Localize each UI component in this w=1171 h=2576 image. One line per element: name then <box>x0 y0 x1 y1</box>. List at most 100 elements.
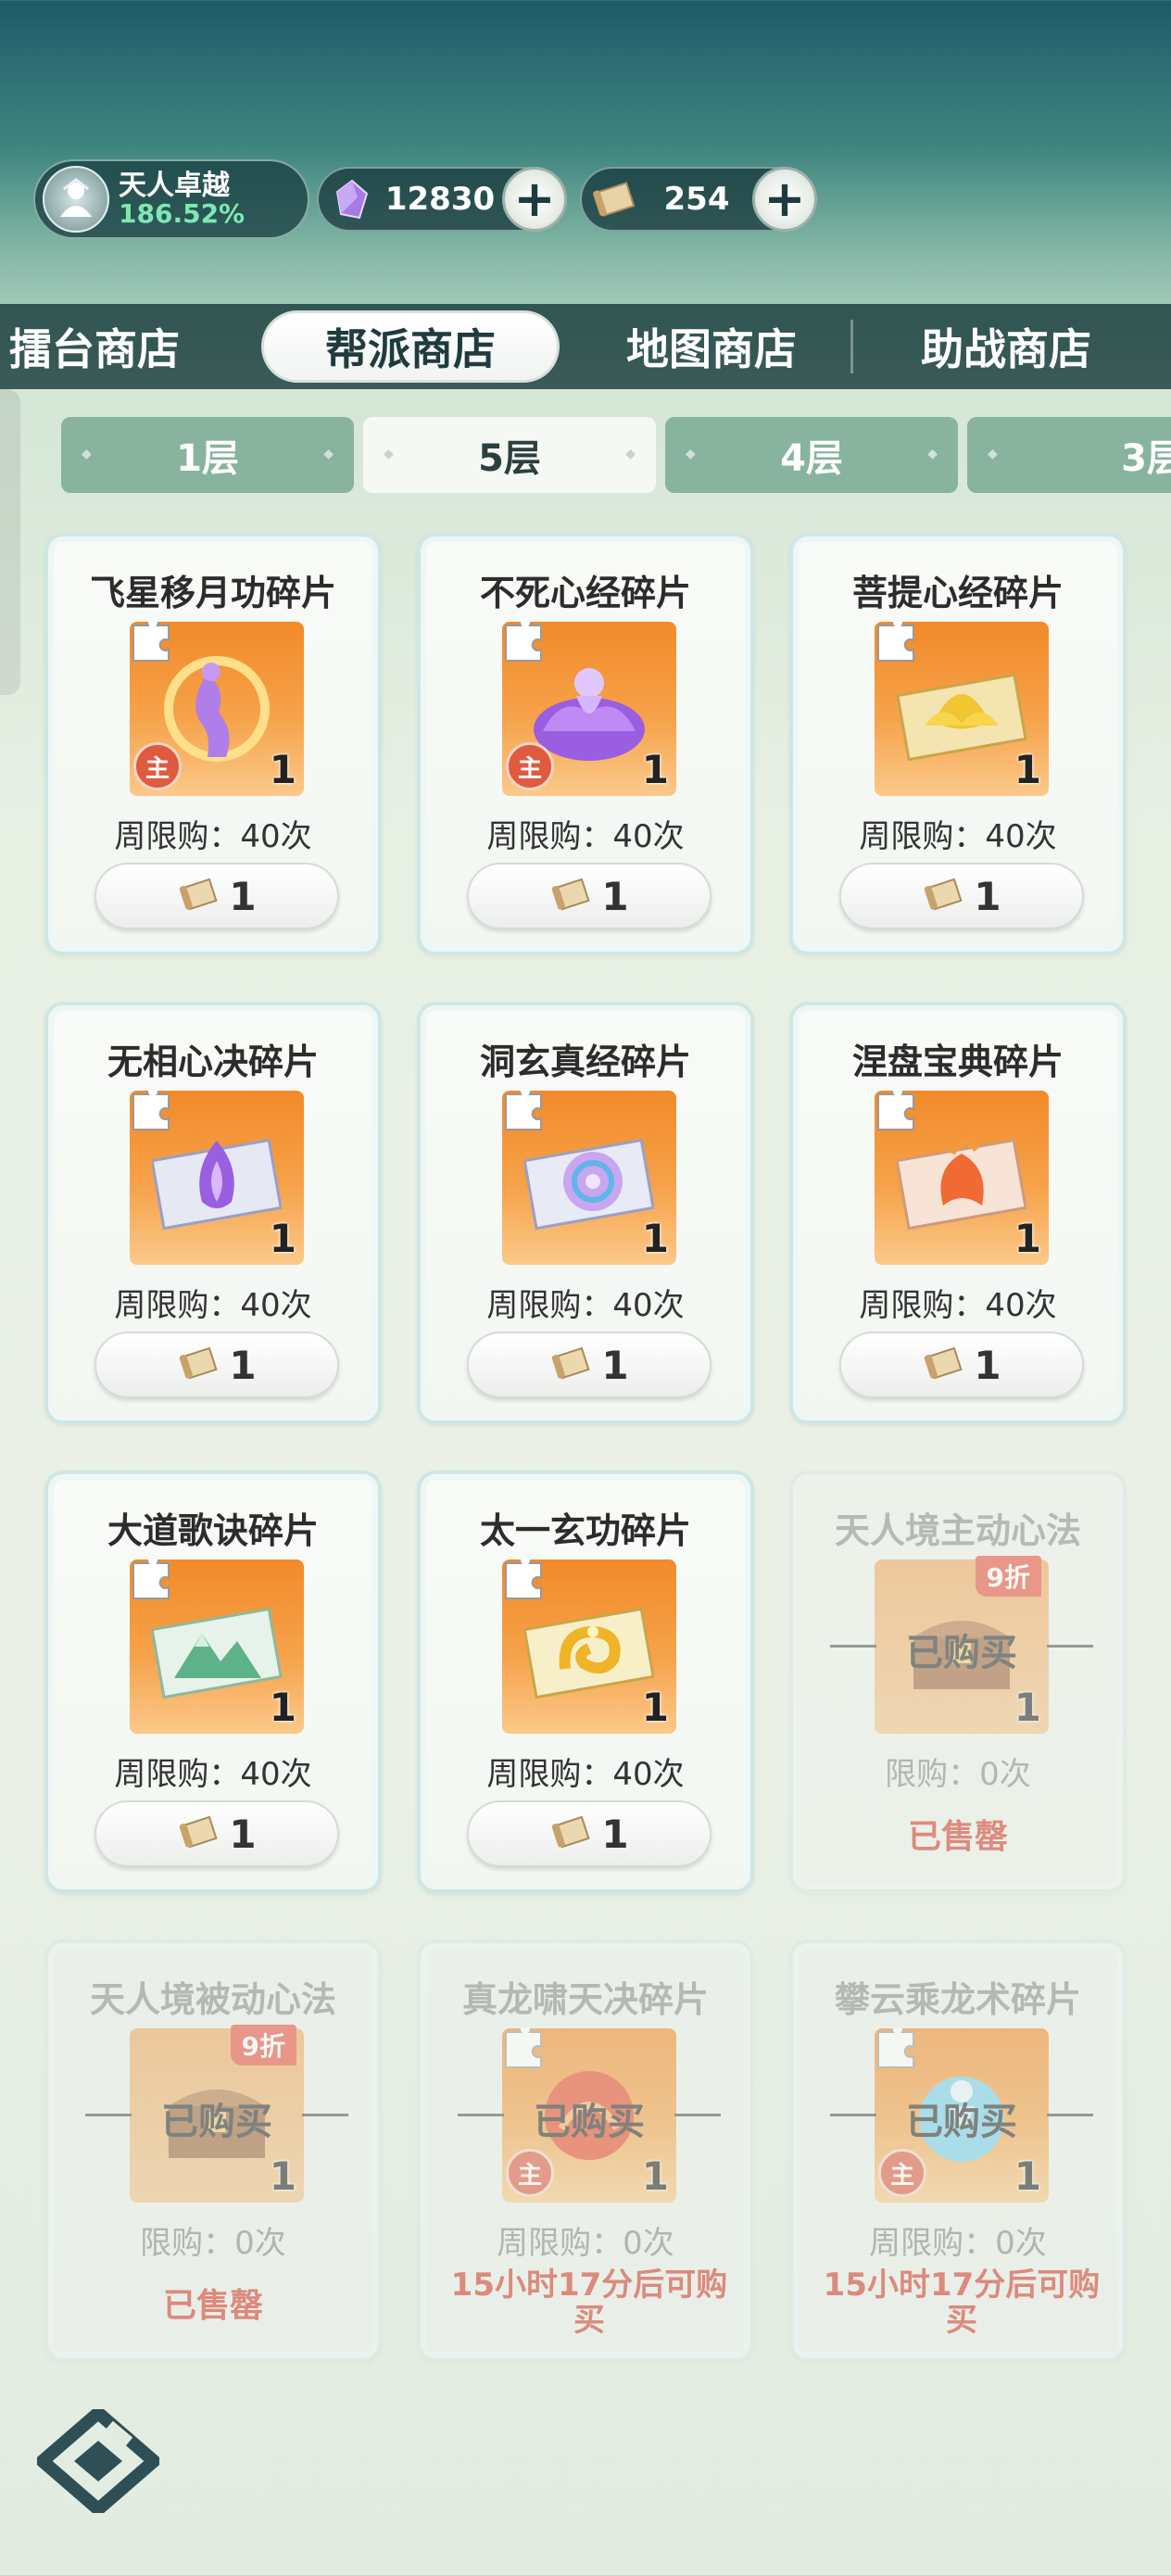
item-image: 1 <box>875 622 1049 796</box>
item-image: 1 <box>502 1559 676 1734</box>
item-title: 飞星移月功碎片 <box>89 573 336 613</box>
item-title: 菩提心经碎片 <box>851 573 1064 613</box>
fragment-puzzle-icon <box>505 622 542 662</box>
shop-item-card[interactable]: 大道歌诀碎片 1 周限购：40次 1 <box>44 1471 382 1893</box>
price-value: 1 <box>601 873 629 919</box>
left-edge-handle <box>0 389 20 695</box>
buy-button[interactable]: 1 <box>467 1800 711 1867</box>
scroll-currency-icon <box>925 878 963 911</box>
fragment-puzzle-icon <box>877 2028 914 2068</box>
item-quantity: 1 <box>1014 747 1041 792</box>
crystal-count: 12830 <box>384 181 496 218</box>
purchased-label: 已购买 <box>830 2091 1093 2145</box>
fragment-puzzle-icon <box>132 1091 170 1130</box>
buy-button[interactable]: 1 <box>839 1332 1084 1398</box>
buy-button[interactable]: 1 <box>467 863 711 929</box>
purchase-limit: 周限购：40次 <box>114 1756 312 1793</box>
buy-button[interactable]: 1 <box>94 1800 339 1867</box>
buy-button[interactable]: 1 <box>94 863 339 929</box>
shop-item-card-sold[interactable]: 天人境主动心法 1 9折 已购买 限购：0次 已售罄 <box>789 1471 1127 1893</box>
item-quantity: 1 <box>641 2153 669 2199</box>
purchase-limit: 周限购：0次 <box>497 2225 674 2262</box>
discount-badge: 9折 <box>975 1556 1041 1597</box>
floor-tab-5[interactable]: 5层 <box>363 417 656 493</box>
fragment-puzzle-icon <box>505 1559 542 1599</box>
shop-item-card[interactable]: 无相心决碎片 1 周限购：40次 1 <box>44 1002 382 1424</box>
shop-item-card-timed[interactable]: 真龙啸天决碎片 主 1 已购买 周限购：0次 15小时17分后可购买 <box>417 1939 754 2362</box>
buy-button[interactable]: 1 <box>839 863 1084 929</box>
purchase-limit: 限购：0次 <box>885 1756 1031 1793</box>
purchase-limit: 周限购：40次 <box>486 818 685 855</box>
price-value: 1 <box>974 1342 1001 1388</box>
scroll-currency-icon <box>180 1346 218 1380</box>
menu-logo-icon[interactable] <box>37 2409 159 2513</box>
item-title: 涅盘宝典碎片 <box>851 1042 1064 1082</box>
fragment-puzzle-icon <box>505 2028 542 2068</box>
crystal-resource: 12830 + <box>317 167 567 232</box>
main-skill-badge: 主 <box>133 742 182 790</box>
purchased-label: 已购买 <box>830 1623 1093 1676</box>
rank-pill[interactable]: 天人卓越 186.52% <box>33 159 309 239</box>
purchase-limit: 周限购：40次 <box>486 1756 685 1793</box>
item-title: 洞玄真经碎片 <box>479 1042 691 1082</box>
main-skill-badge: 主 <box>878 2149 926 2197</box>
price-value: 1 <box>601 1342 629 1388</box>
item-title: 太一玄功碎片 <box>479 1510 691 1551</box>
price-value: 1 <box>601 1811 629 1857</box>
purchased-label: 已购买 <box>458 2091 721 2145</box>
tab-guild-shop[interactable]: 帮派商店 <box>261 310 560 383</box>
floor-tab-1[interactable]: 1层 <box>61 417 354 493</box>
rank-name: 天人卓越 <box>119 169 230 202</box>
item-title: 真龙啸天决碎片 <box>461 1979 709 2020</box>
restock-timer: 15小时17分后可购买 <box>450 2267 728 2340</box>
item-title: 天人境被动心法 <box>89 1979 336 2020</box>
scroll-currency-icon <box>925 1346 963 1380</box>
sold-out-label: 已售罄 <box>907 1818 1008 1856</box>
add-scroll-button[interactable]: + <box>752 167 817 232</box>
shop-item-card[interactable]: 菩提心经碎片 1 周限购：40次 1 <box>789 533 1127 955</box>
tab-assist-shop[interactable]: 助战商店 <box>853 316 1159 377</box>
golden-dragon-art-icon <box>524 1607 654 1699</box>
item-quantity: 1 <box>1014 1685 1041 1730</box>
scroll-currency-icon <box>552 1346 590 1380</box>
item-quantity: 1 <box>269 1216 296 1261</box>
shop-item-card[interactable]: 飞星移月功碎片 主 1 周限购：40次 1 <box>44 533 382 955</box>
tab-map-shop[interactable]: 地图商店 <box>573 316 850 377</box>
shop-tab-bar: 擂台商店 帮派商店 地图商店 助战商店 <box>0 304 1171 389</box>
purchase-limit: 周限购：0次 <box>869 2225 1047 2262</box>
item-quantity: 1 <box>1014 1216 1041 1261</box>
buy-button[interactable]: 1 <box>467 1332 711 1398</box>
add-crystal-button[interactable]: + <box>502 167 567 232</box>
shop-item-card[interactable]: 不死心经碎片 主 1 周限购：40次 1 <box>417 533 754 955</box>
mystic-vortex-art-icon <box>524 1138 654 1231</box>
shop-item-card[interactable]: 洞玄真经碎片 1 周限购：40次 1 <box>417 1002 754 1424</box>
purchase-limit: 限购：0次 <box>140 2225 286 2262</box>
great-dao-mountain-art-icon <box>152 1607 282 1699</box>
scroll-currency-icon <box>552 878 590 911</box>
floor-tab-4[interactable]: 4层 <box>665 417 958 493</box>
item-quantity: 1 <box>269 2153 296 2199</box>
purchased-label: 已购买 <box>85 2091 348 2145</box>
shop-item-card-timed[interactable]: 攀云乘龙术碎片 主 1 已购买 周限购：0次 15小时17分后可购买 <box>789 1939 1127 2362</box>
floor-tab-3[interactable]: 3层 <box>967 417 1171 493</box>
purchase-limit: 周限购：40次 <box>486 1287 685 1324</box>
shop-item-card[interactable]: 涅盘宝典碎片 1 周限购：40次 1 <box>789 1002 1127 1424</box>
price-value: 1 <box>229 873 257 919</box>
buy-button[interactable]: 1 <box>94 1332 339 1398</box>
price-value: 1 <box>229 1811 257 1857</box>
purchase-limit: 周限购：40次 <box>859 818 1057 855</box>
shop-item-card-sold[interactable]: 天人境被动心法 1 9折 已购买 限购：0次 已售罄 <box>44 1939 382 2362</box>
item-title: 攀云乘龙术碎片 <box>834 1979 1081 2020</box>
fragment-puzzle-icon <box>132 622 170 662</box>
item-title: 大道歌诀碎片 <box>107 1510 319 1551</box>
item-title: 无相心决碎片 <box>107 1042 319 1082</box>
main-skill-badge: 主 <box>506 2149 554 2197</box>
shop-item-card[interactable]: 太一玄功碎片 1 周限购：40次 1 <box>417 1471 754 1893</box>
bodhi-lotus-art-icon <box>897 673 1026 762</box>
sold-out-label: 已售罄 <box>162 2287 263 2325</box>
item-image: 主 1 <box>130 622 304 796</box>
scroll-icon <box>589 173 641 225</box>
phoenix-art-icon <box>897 1138 1026 1231</box>
formless-flame-art-icon <box>152 1138 282 1231</box>
tab-arena-shop[interactable]: 擂台商店 <box>0 316 213 377</box>
